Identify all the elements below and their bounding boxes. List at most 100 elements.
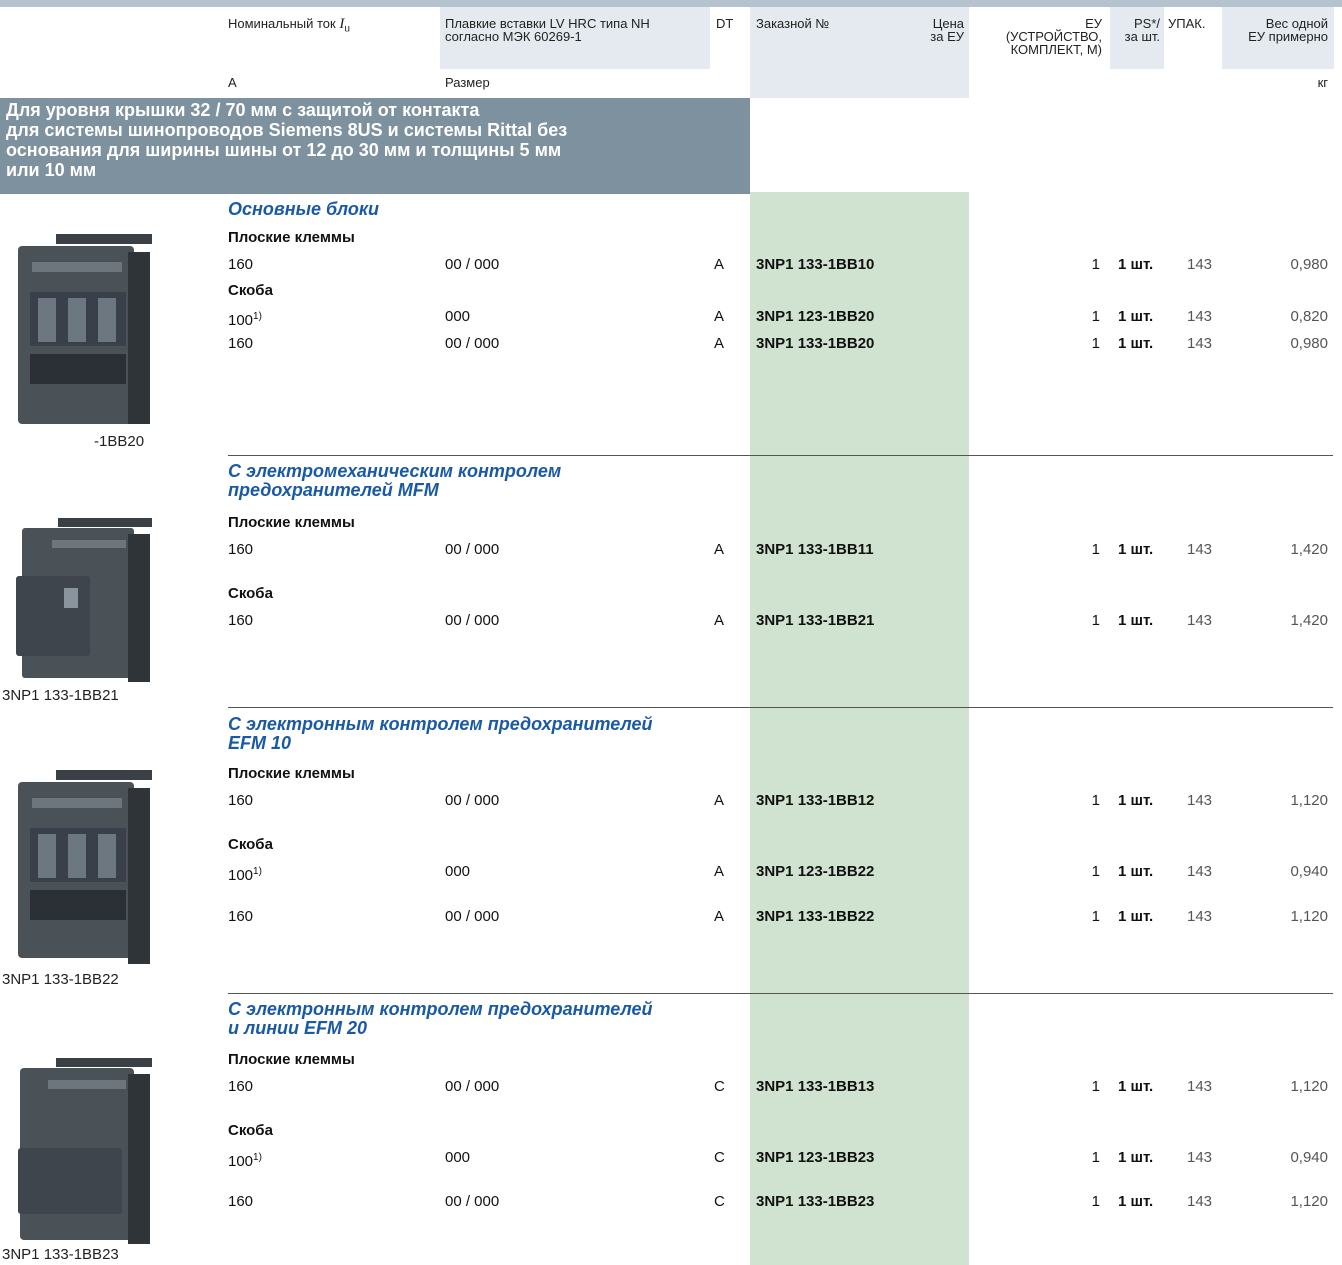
cell-size: 00 / 000 bbox=[445, 908, 500, 925]
cell-weight: 1,120 bbox=[1290, 792, 1328, 809]
subheading-bracket: Скоба bbox=[228, 282, 273, 299]
cell-pack: 143 bbox=[1187, 335, 1213, 352]
subheading-flat: Плоские клеммы bbox=[228, 765, 355, 782]
cell-dt: C bbox=[714, 1149, 725, 1166]
header-weight: Вес одной ЕУ примерно bbox=[1248, 16, 1328, 44]
header-ps: PS*/за шт. bbox=[1124, 16, 1160, 44]
cell-pack: 143 bbox=[1187, 541, 1213, 558]
product-image-1bb22 bbox=[18, 770, 152, 964]
image-caption: 3NP1 133-1BB23 bbox=[2, 1246, 119, 1263]
cell-size: 00 / 000 bbox=[445, 256, 500, 273]
cell-current: 1001) bbox=[228, 311, 262, 329]
cell-ps: 1 шт. bbox=[1118, 256, 1154, 273]
cell-ps: 1 шт. bbox=[1118, 1193, 1154, 1210]
cell-dt: A bbox=[714, 335, 725, 352]
cell-weight: 0,820 bbox=[1290, 308, 1328, 325]
cell-unit: 1 bbox=[1091, 792, 1100, 809]
cell-weight: 0,980 bbox=[1290, 256, 1328, 273]
cell-size: 000 bbox=[445, 863, 471, 880]
cell-current: 160 bbox=[228, 541, 254, 558]
cell-unit: 1 bbox=[1091, 308, 1100, 325]
cell-current: 160 bbox=[228, 1078, 254, 1095]
header-unit: ЕУ (УСТРОЙСТВО, КОМПЛЕКТ, М) bbox=[1005, 16, 1102, 57]
cell-pack: 143 bbox=[1187, 1078, 1213, 1095]
cell-dt: A bbox=[714, 308, 725, 325]
cell-unit: 1 bbox=[1091, 335, 1100, 352]
cell-weight: 1,120 bbox=[1290, 908, 1328, 925]
subheading-bracket: Скоба bbox=[228, 836, 273, 853]
cell-size: 00 / 000 bbox=[445, 541, 500, 558]
cell-order: 3NP1 133-1BB23 bbox=[756, 1193, 875, 1210]
cell-ps: 1 шт. bbox=[1118, 335, 1154, 352]
section-divider bbox=[228, 993, 1333, 994]
cell-weight: 1,120 bbox=[1290, 1193, 1328, 1210]
image-caption: 3NP1 133-1BB22 bbox=[2, 971, 119, 988]
cell-ps: 1 шт. bbox=[1118, 908, 1154, 925]
cell-dt: A bbox=[714, 792, 725, 809]
cell-pack: 143 bbox=[1187, 308, 1213, 325]
header-current: Номинальный ток Iu bbox=[228, 16, 350, 35]
cell-pack: 143 bbox=[1187, 863, 1213, 880]
cell-size: 000 bbox=[445, 1149, 471, 1166]
footnote-mark: 1) bbox=[253, 311, 262, 322]
cell-order: 3NP1 133-1BB20 bbox=[756, 335, 875, 352]
cell-weight: 0,940 bbox=[1290, 1149, 1328, 1166]
cell-dt: A bbox=[714, 908, 725, 925]
cell-size: 00 / 000 bbox=[445, 335, 500, 352]
cell-current: 160 bbox=[228, 1193, 254, 1210]
cell-ps: 1 шт. bbox=[1118, 1149, 1154, 1166]
cell-pack: 143 bbox=[1187, 256, 1213, 273]
cell-unit: 1 bbox=[1091, 612, 1100, 629]
cell-ps: 1 шт. bbox=[1118, 863, 1154, 880]
cell-dt: C bbox=[714, 1078, 725, 1095]
cell-current: 160 bbox=[228, 612, 254, 629]
subheading-bracket: Скоба bbox=[228, 585, 273, 602]
cell-order: 3NP1 133-1BB22 bbox=[756, 908, 875, 925]
subheading-flat: Плоские клеммы bbox=[228, 514, 355, 531]
cell-size: 000 bbox=[445, 308, 471, 325]
cell-ps: 1 шт. bbox=[1118, 541, 1154, 558]
cell-current: 1001) bbox=[228, 1152, 262, 1170]
cell-weight: 1,420 bbox=[1290, 612, 1328, 629]
cell-size: 00 / 000 bbox=[445, 612, 500, 629]
cell-order: 3NP1 133-1BB21 bbox=[756, 612, 875, 629]
cell-order: 3NP1 133-1BB13 bbox=[756, 1078, 875, 1095]
cell-dt: C bbox=[714, 1193, 725, 1210]
section-title: С электромеханическим контролем предохран… bbox=[228, 461, 562, 500]
cell-current: 160 bbox=[228, 792, 254, 809]
header-price: Цена за ЕУ bbox=[930, 16, 964, 44]
cell-weight: 1,120 bbox=[1290, 1078, 1328, 1095]
cell-dt: A bbox=[714, 256, 725, 273]
section-title: С электронным контролем предохранителей и… bbox=[228, 999, 653, 1038]
image-caption: 3NP1 133-1BB21 bbox=[2, 687, 119, 704]
cell-pack: 143 bbox=[1187, 1149, 1213, 1166]
section-title: С электронным контролем предохранителей E… bbox=[228, 714, 653, 753]
cell-ps: 1 шт. bbox=[1118, 308, 1154, 325]
unit-size: Размер bbox=[445, 75, 490, 90]
section-divider bbox=[228, 707, 1333, 708]
cell-unit: 1 bbox=[1091, 541, 1100, 558]
footnote-mark: 1) bbox=[253, 1152, 262, 1163]
header-dt: DT bbox=[716, 16, 734, 31]
cell-current: 160 bbox=[228, 256, 254, 273]
cell-order: 3NP1 123-1BB22 bbox=[756, 863, 875, 880]
cell-dt: A bbox=[714, 541, 725, 558]
cell-dt: A bbox=[714, 863, 725, 880]
unit-kg: кг bbox=[1317, 75, 1328, 90]
product-image-1bb20 bbox=[18, 234, 152, 424]
cell-unit: 1 bbox=[1091, 256, 1100, 273]
cell-order: 3NP1 123-1BB23 bbox=[756, 1149, 875, 1166]
cell-ps: 1 шт. bbox=[1118, 1078, 1154, 1095]
unit-a: А bbox=[228, 75, 237, 90]
cell-unit: 1 bbox=[1091, 1193, 1100, 1210]
cell-pack: 143 bbox=[1187, 792, 1213, 809]
cell-unit: 1 bbox=[1091, 1149, 1100, 1166]
header-order: Заказной № bbox=[756, 16, 830, 31]
cell-size: 00 / 000 bbox=[445, 792, 500, 809]
subheading-flat: Плоские клеммы bbox=[228, 229, 355, 246]
cell-order: 3NP1 133-1BB10 bbox=[756, 256, 875, 273]
cell-order: 3NP1 133-1BB12 bbox=[756, 792, 875, 809]
cell-order: 3NP1 123-1BB20 bbox=[756, 308, 875, 325]
product-image-1bb21 bbox=[16, 518, 152, 682]
order-column-bg bbox=[750, 192, 969, 1265]
